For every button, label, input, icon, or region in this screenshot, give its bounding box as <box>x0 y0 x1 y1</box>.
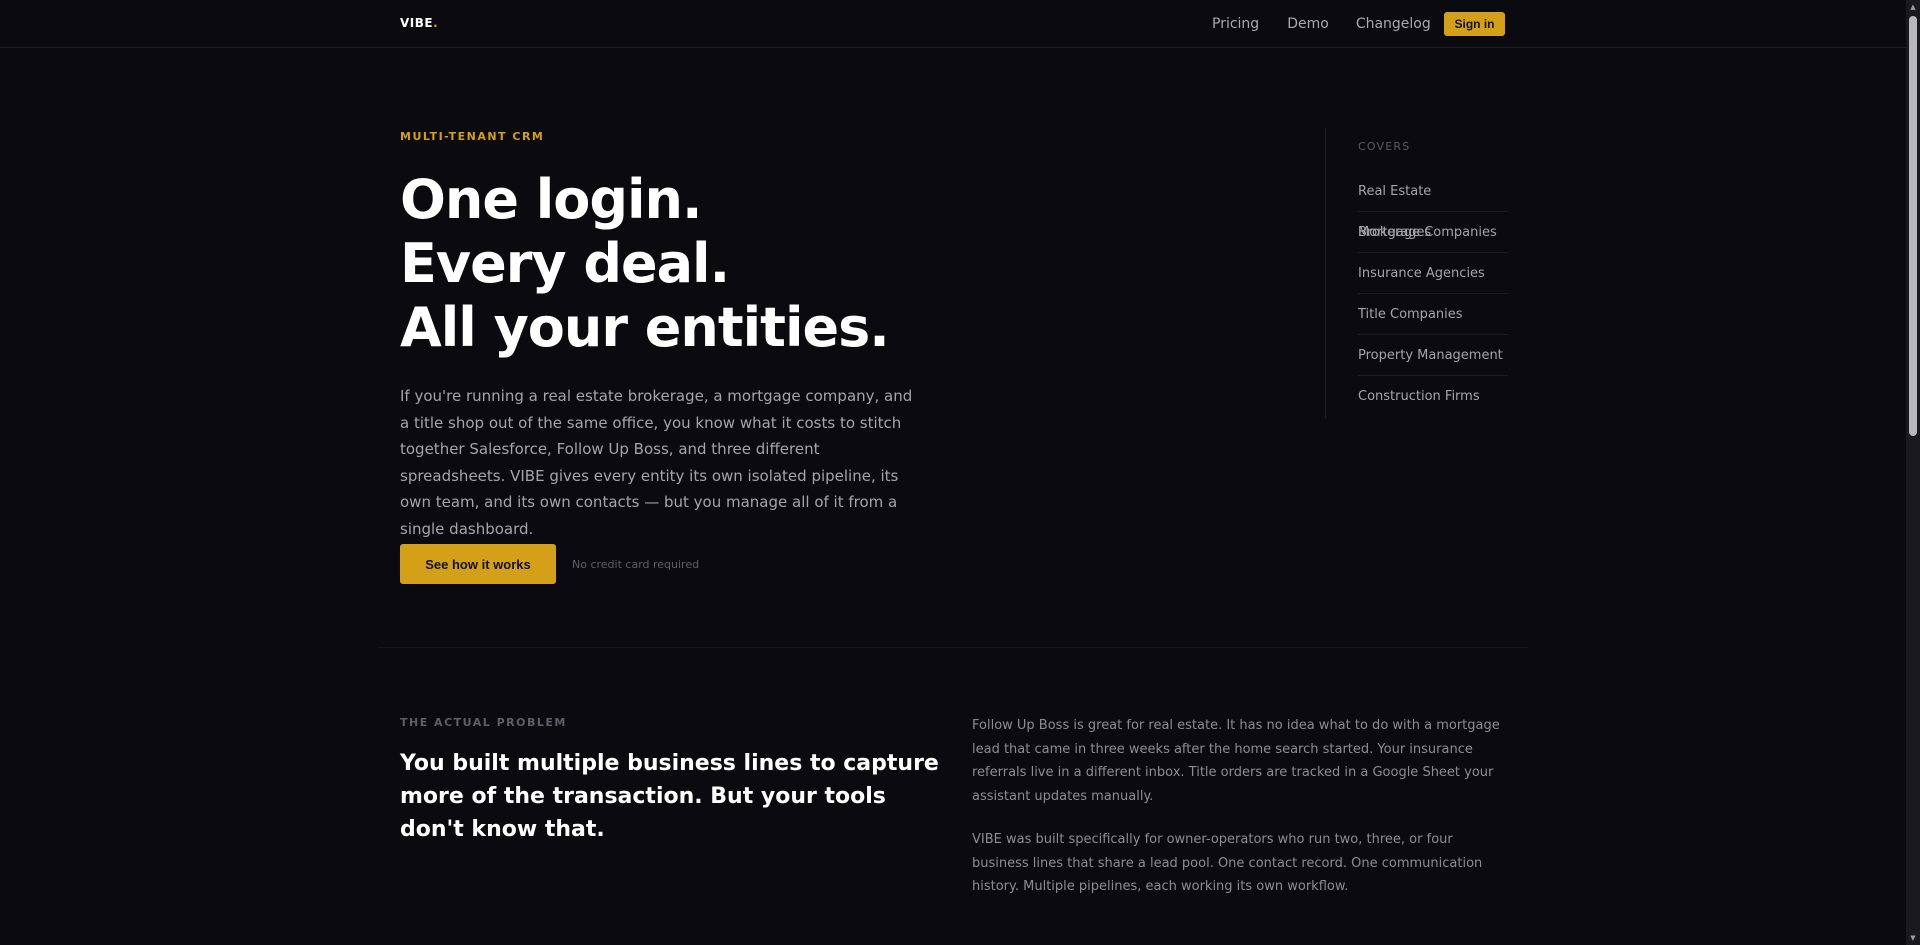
hero-title-line-1: One login. <box>400 168 703 231</box>
brand-name: VIBE <box>400 16 434 30</box>
section-divider <box>378 647 1528 648</box>
top-nav: VIBE. Pricing Demo Changelog Sign in <box>0 0 1906 48</box>
brand-logo[interactable]: VIBE. <box>400 16 438 30</box>
hero-title-line-2: Every deal. <box>400 232 730 295</box>
landing-page: VIBE. Pricing Demo Changelog Sign in MUL… <box>0 0 1920 945</box>
sign-in-button[interactable]: Sign in <box>1444 12 1505 36</box>
hero-description: If you're running a real estate brokerag… <box>400 387 913 538</box>
no-credit-card-note: No credit card required <box>572 558 700 571</box>
cover-item-real-estate[interactable]: Real Estate Brokerages <box>1358 171 1508 240</box>
scroll-down-icon[interactable]: ▼ <box>1909 934 1917 942</box>
brand-dot: . <box>433 16 439 30</box>
cover-item-property-management[interactable]: Property Management <box>1358 335 1508 376</box>
problem-paragraph-1: Follow Up Boss is great for real estate.… <box>972 718 1500 804</box>
hero-title-line-3: All your entities. <box>400 296 890 359</box>
problem-body: Follow Up Boss is great for real estate.… <box>972 714 1512 919</box>
problem-paragraph-2: VIBE was built specifically for owner-op… <box>972 832 1483 894</box>
scrollbar-thumb[interactable] <box>1909 16 1917 436</box>
nav-link-pricing[interactable]: Pricing <box>1212 14 1259 34</box>
problem-title: You built multiple business lines to cap… <box>400 751 939 842</box>
see-how-it-works-button[interactable]: See how it works <box>400 544 556 584</box>
hero-title: One login. Every deal. All your entities… <box>400 168 890 360</box>
covers-sidebar: COVERS Real Estate Brokerages Mortgage C… <box>1325 128 1510 418</box>
cover-item-construction[interactable]: Construction Firms <box>1358 376 1508 417</box>
covers-label: COVERS <box>1358 140 1411 153</box>
scroll-up-icon[interactable]: ▲ <box>1909 3 1917 11</box>
cover-item-title[interactable]: Title Companies <box>1358 294 1508 335</box>
nav-link-demo[interactable]: Demo <box>1287 14 1329 34</box>
cover-item-mortgage[interactable]: Mortgage Companies <box>1358 212 1508 253</box>
nav-links: Pricing Demo Changelog <box>1212 14 1459 34</box>
problem-eyebrow: THE ACTUAL PROBLEM <box>400 716 567 729</box>
cover-item-insurance[interactable]: Insurance Agencies <box>1358 253 1508 294</box>
hero-eyebrow: MULTI-TENANT CRM <box>400 130 545 143</box>
page-scrollbar[interactable]: ▲ ▼ <box>1906 0 1920 945</box>
nav-link-changelog[interactable]: Changelog <box>1356 14 1431 34</box>
